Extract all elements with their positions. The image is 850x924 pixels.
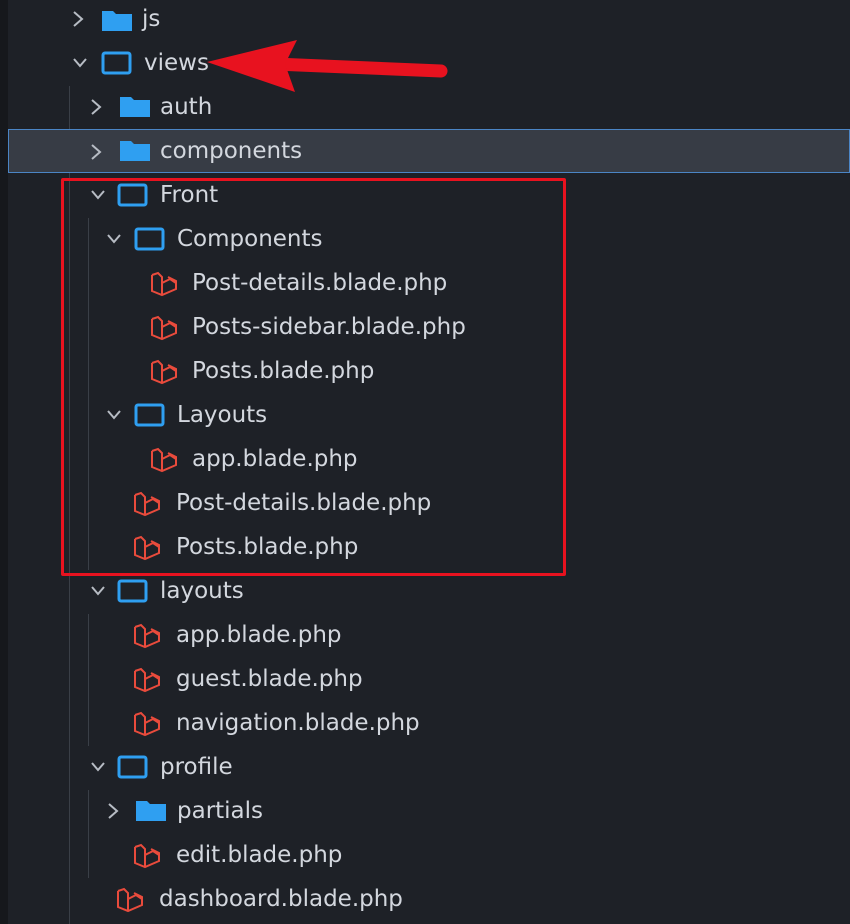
chevron-down-icon[interactable] bbox=[88, 745, 106, 789]
annotation-arrow bbox=[207, 40, 448, 92]
tree-item-label: js bbox=[142, 6, 161, 32]
chevron-right-icon[interactable] bbox=[105, 789, 123, 833]
laravel-blade-icon bbox=[131, 701, 165, 745]
laravel-blade-icon bbox=[114, 877, 148, 921]
tree-item-label: profile bbox=[160, 754, 233, 780]
tree-item-js[interactable]: js bbox=[8, 0, 850, 41]
tree-item-label: edit.blade.php bbox=[176, 842, 343, 868]
folder-filled-icon bbox=[118, 85, 152, 129]
tree-item-components[interactable]: components bbox=[8, 129, 850, 173]
tree-item-profile-partials[interactable]: partials bbox=[8, 789, 850, 833]
tree-item-profile-edit[interactable]: edit.blade.php bbox=[8, 833, 850, 877]
tree-item-label: guest.blade.php bbox=[176, 666, 363, 692]
laravel-blade-icon bbox=[131, 833, 165, 877]
folder-open-icon bbox=[116, 745, 150, 789]
tree-item-layouts-guest[interactable]: guest.blade.php bbox=[8, 657, 850, 701]
sidebar-left-edge bbox=[0, 0, 8, 924]
tree-item-label: navigation.blade.php bbox=[176, 710, 420, 736]
tree-item-label: dashboard.blade.php bbox=[159, 886, 403, 912]
chevron-right-icon[interactable] bbox=[88, 85, 106, 129]
laravel-blade-icon bbox=[131, 657, 165, 701]
laravel-blade-icon bbox=[131, 613, 165, 657]
tree-item-label: partials bbox=[177, 798, 264, 824]
folder-open-icon bbox=[100, 41, 134, 85]
tree-item-label: app.blade.php bbox=[176, 622, 342, 648]
tree-item-label: views bbox=[144, 50, 209, 76]
tree-item-label: components bbox=[160, 138, 303, 164]
annotation-highlight-box bbox=[61, 178, 566, 576]
tree-item-dashboard[interactable]: dashboard.blade.php bbox=[8, 877, 850, 921]
folder-filled-icon bbox=[100, 0, 134, 41]
tree-item-layouts-navigation[interactable]: navigation.blade.php bbox=[8, 701, 850, 745]
tree-item-profile[interactable]: profile bbox=[8, 745, 850, 789]
folder-filled-icon bbox=[134, 789, 168, 833]
chevron-right-icon[interactable] bbox=[88, 130, 106, 174]
chevron-right-icon[interactable] bbox=[70, 0, 88, 41]
chevron-down-icon[interactable] bbox=[70, 41, 88, 85]
tree-item-layouts-app[interactable]: app.blade.php bbox=[8, 613, 850, 657]
folder-filled-icon bbox=[118, 130, 152, 174]
